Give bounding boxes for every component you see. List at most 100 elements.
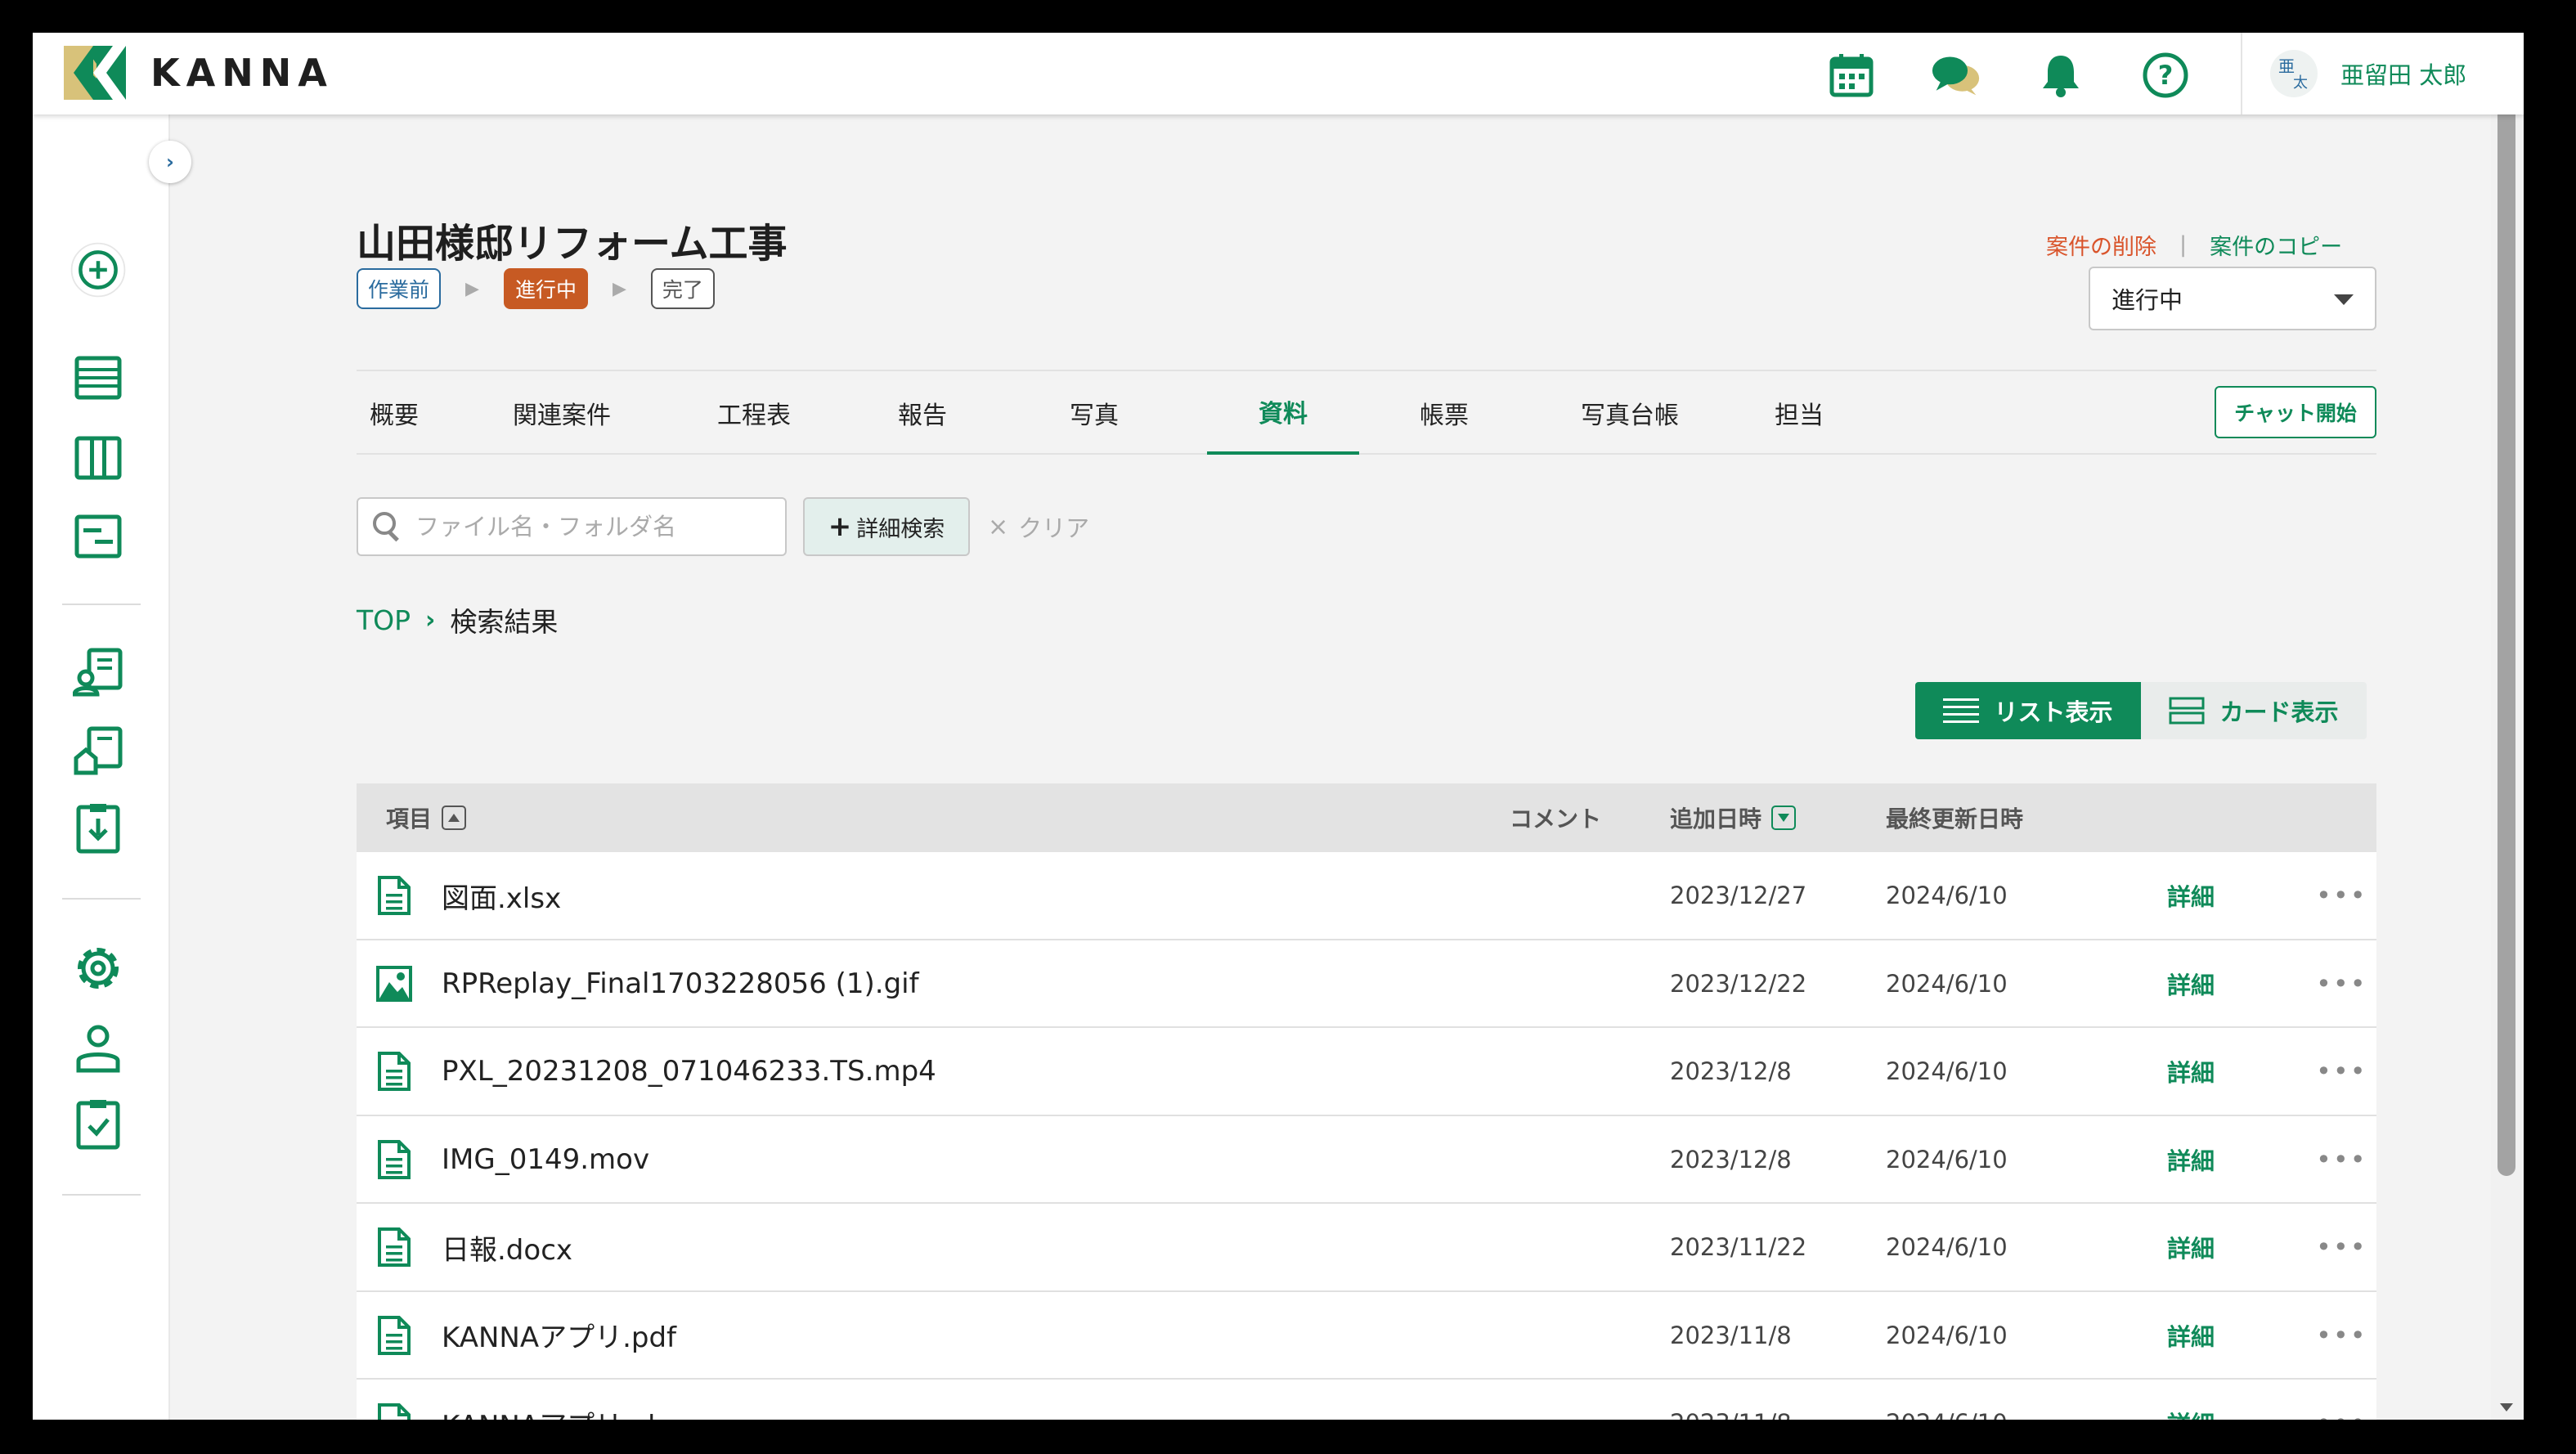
document-icon (376, 1028, 412, 1115)
bell-icon[interactable] (2036, 51, 2085, 100)
card-view-button[interactable]: カード表示 (2141, 682, 2367, 739)
file-name[interactable]: PXL_20231208_071046233.TS.mp4 (442, 1028, 936, 1115)
sort-asc-icon[interactable] (442, 806, 467, 830)
updated-date: 2024/6/10 (1886, 1145, 2008, 1174)
breadcrumb-top[interactable]: TOP (357, 604, 411, 636)
tab-report[interactable]: 報告 (888, 371, 957, 455)
added-date: 2023/11/8 (1670, 1321, 1792, 1349)
added-date: 2023/12/27 (1670, 882, 1807, 909)
copy-project-link[interactable]: 案件のコピー (2210, 229, 2342, 261)
file-name[interactable]: KANNAアプリ.pdf (442, 1292, 676, 1379)
table-row[interactable]: 日報.docx 2023/11/22 2024/6/10 詳細 ••• (357, 1204, 2376, 1292)
column-added[interactable]: 追加日時 (1670, 783, 1797, 852)
scroll-thumb[interactable] (2497, 59, 2515, 1176)
status-chip-done[interactable]: 完了 (650, 268, 715, 309)
advanced-search-button[interactable]: + 詳細検索 (803, 497, 970, 556)
table-row[interactable]: KANNAアプリ.pdf 2023/11/8 2024/6/10 詳細 ••• (357, 1291, 2376, 1380)
detail-link[interactable]: 詳細 (2167, 940, 2215, 1027)
more-options-icon[interactable]: ••• (2316, 1028, 2367, 1115)
file-search[interactable] (357, 497, 787, 556)
status-chip-in-progress[interactable]: 進行中 (503, 268, 588, 309)
more-options-icon[interactable]: ••• (2316, 852, 2367, 939)
column-comment: コメント (1510, 806, 1602, 832)
more-options-icon[interactable]: ••• (2316, 1380, 2367, 1420)
tab-related[interactable]: 関連案件 (507, 371, 617, 455)
more-options-icon[interactable]: ••• (2316, 1292, 2367, 1379)
list-view-icon[interactable] (69, 348, 128, 407)
more-options-icon[interactable]: ••• (2316, 1204, 2367, 1290)
delete-project-link[interactable]: 案件の削除 (2046, 229, 2156, 261)
detail-link[interactable]: 詳細 (2167, 1380, 2215, 1420)
caret-down-icon (2334, 294, 2354, 305)
scroll-down-icon[interactable] (2500, 1403, 2513, 1411)
tab-schedule[interactable]: 工程表 (705, 371, 803, 455)
detail-link[interactable]: 詳細 (2167, 1028, 2215, 1115)
clear-button[interactable]: × クリア (988, 497, 1089, 556)
board-view-icon[interactable] (69, 429, 128, 487)
main-content: 山田様邸リフォーム工事 案件の削除 | 案件のコピー 作業前 ▶ 進行中 ▶ 完… (170, 114, 2524, 1420)
updated-date: 2024/6/10 (1886, 882, 2008, 909)
customer-icon[interactable] (69, 643, 128, 702)
calendar-icon[interactable] (1827, 51, 1876, 100)
chat-icon[interactable] (1932, 51, 1981, 100)
user-menu[interactable]: 亜 太 亜留田 太郎 (2270, 49, 2466, 98)
breadcrumb: TOP › 検索結果 (357, 600, 558, 639)
file-name[interactable]: IMG_0149.mov (442, 1116, 649, 1203)
status-arrow-icon: ▶ (465, 278, 479, 299)
plus-icon: + (828, 510, 852, 543)
file-name[interactable]: RPReplay_Final1703228056 (1).gif (442, 940, 919, 1027)
tab-forms[interactable]: 帳票 (1387, 371, 1501, 455)
document-icon (376, 1204, 412, 1290)
column-item-label: 項目 (386, 806, 433, 832)
svg-text:?: ? (2158, 60, 2174, 91)
column-item[interactable]: 項目 (386, 783, 467, 852)
file-name[interactable]: 図面.xlsx (442, 852, 561, 939)
table-row[interactable]: RPReplay_Final1703228056 (1).gif 2023/12/… (357, 940, 2376, 1028)
document-icon (376, 1116, 412, 1203)
detail-link[interactable]: 詳細 (2167, 1292, 2215, 1379)
property-icon[interactable] (69, 721, 128, 780)
more-options-icon[interactable]: ••• (2316, 1116, 2367, 1203)
document-icon (376, 1292, 412, 1379)
sort-desc-icon[interactable] (1771, 806, 1797, 830)
tab-photo-ledger[interactable]: 写真台帳 (1567, 371, 1693, 455)
file-name[interactable]: KANNAアプリ.xlsx (442, 1380, 686, 1420)
image-icon (376, 940, 412, 1027)
status-select[interactable]: 進行中 (2089, 267, 2376, 330)
more-options-icon[interactable]: ••• (2316, 940, 2367, 1027)
detail-link[interactable]: 詳細 (2167, 852, 2215, 939)
table-row[interactable]: PXL_20231208_071046233.TS.mp4 2023/12/8 20… (357, 1028, 2376, 1116)
download-icon[interactable] (69, 800, 128, 859)
file-table: 項目 コメント 追加日時 最終更新日時 図面.xlsx 2023/12/27 202… (357, 783, 2376, 1420)
table-row[interactable]: IMG_0149.mov 2023/12/8 2024/6/10 詳細 ••• (357, 1115, 2376, 1204)
start-chat-button[interactable]: チャット開始 (2215, 386, 2376, 438)
app-window: KANNA ? 亜 太 亜留田 太郎 › 山田様邸リフォーム工事 案件の削除 |… (33, 33, 2524, 1420)
updated-date: 2024/6/10 (1886, 1233, 2008, 1261)
tab-overview[interactable]: 概要 (357, 371, 432, 455)
add-icon[interactable] (69, 240, 128, 299)
detail-link[interactable]: 詳細 (2167, 1204, 2215, 1290)
updated-date: 2024/6/10 (1886, 969, 2008, 998)
search-icon (373, 512, 399, 542)
task-icon[interactable] (69, 1096, 128, 1155)
table-row[interactable]: KANNAアプリ.xlsx 2023/11/8 2024/6/10 詳細 ••• (357, 1380, 2376, 1420)
detail-link[interactable]: 詳細 (2167, 1116, 2215, 1203)
kanna-logo[interactable]: KANNA (64, 44, 334, 101)
user-icon[interactable] (69, 1019, 128, 1078)
tab-documents[interactable]: 資料 (1207, 371, 1359, 455)
settings-icon[interactable] (69, 939, 128, 998)
sidebar-collapse-toggle[interactable]: › (149, 141, 191, 183)
avatar-initial-bottom: 太 (2293, 74, 2308, 92)
search-input[interactable] (415, 513, 775, 541)
table-row[interactable]: 図面.xlsx 2023/12/27 2024/6/10 詳細 ••• (357, 852, 2376, 940)
tab-photos[interactable]: 写真 (1052, 371, 1137, 455)
list-view-button[interactable]: リスト表示 (1915, 682, 2141, 739)
page-scrollbar[interactable] (2491, 33, 2524, 1420)
tab-bar: 概要 関連案件 工程表 報告 写真 資料 帳票 写真台帳 担当 (357, 370, 2376, 455)
help-icon[interactable]: ? (2141, 51, 2190, 100)
status-chip-before[interactable]: 作業前 (357, 268, 442, 309)
file-name[interactable]: 日報.docx (442, 1204, 572, 1290)
page-title: 山田様邸リフォーム工事 (357, 221, 788, 267)
tab-assignee[interactable]: 担当 (1757, 371, 1842, 455)
schedule-view-icon[interactable] (69, 507, 128, 566)
